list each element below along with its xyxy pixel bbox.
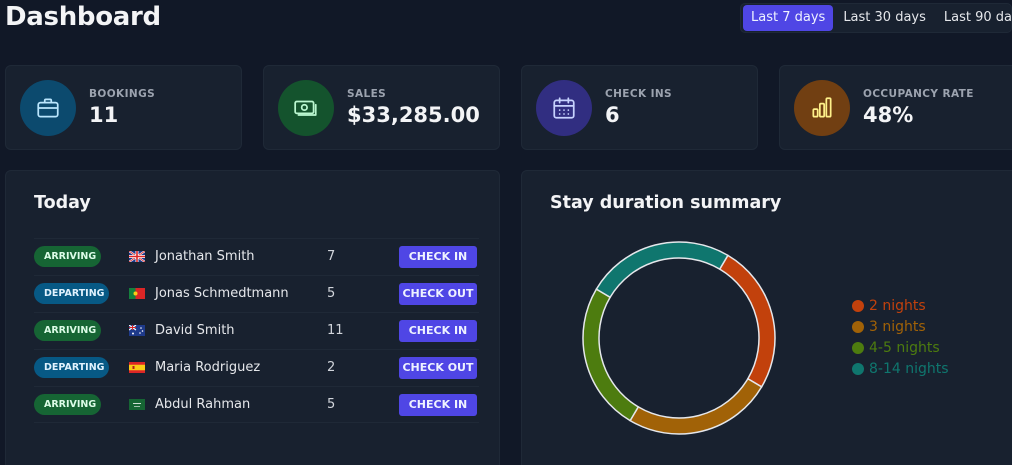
legend-dot (852, 299, 864, 312)
check-out-button[interactable]: CHECK OUT (399, 283, 477, 305)
stat-label: BOOKINGS (89, 88, 156, 100)
donut-slice-8-14-nights (595, 241, 729, 299)
banknotes-icon (278, 80, 334, 136)
status-badge: DEPARTING (34, 357, 109, 378)
legend-item: 3 nights (852, 316, 949, 337)
chart-legend: 2 nights 3 nights 4-5 nights 8-14 nights (852, 295, 949, 379)
date-range-filter: Last 7 days Last 30 days Last 90 days (740, 3, 1012, 33)
nights-count: 5 (327, 397, 336, 412)
page-title: Dashboard (5, 2, 161, 32)
guest-name: Maria Rodriguez (155, 360, 261, 375)
check-in-button[interactable]: CHECK IN (399, 394, 477, 416)
stat-card-occupancy-rate: OCCUPANCY RATE 48% (779, 65, 1012, 150)
filter-last-30-days[interactable]: Last 30 days (835, 5, 934, 31)
today-title: Today (34, 193, 91, 213)
stat-card-bookings: BOOKINGS 11 (5, 65, 242, 150)
nights-count: 7 (327, 249, 336, 264)
stat-card-check-ins: CHECK INS 6 (521, 65, 758, 150)
activity-row: DEPARTING Jonas Schmedtmann 5 CHECK OUT (34, 275, 479, 312)
stat-card-sales: SALES $33,285.00 (263, 65, 500, 150)
activity-row: ARRIVING Abdul Rahman 5 CHECK IN (34, 386, 479, 423)
flag-pt-icon (129, 288, 145, 299)
filter-last-90-days[interactable]: Last 90 days (936, 5, 1012, 31)
legend-item: 4-5 nights (852, 337, 949, 358)
status-badge: ARRIVING (34, 394, 101, 415)
legend-label: 3 nights (869, 318, 926, 335)
donut-slice-3-nights (629, 377, 763, 435)
legend-label: 4-5 nights (869, 339, 940, 356)
flag-au-icon (129, 325, 145, 336)
stat-label: SALES (347, 88, 387, 100)
status-badge: ARRIVING (34, 246, 101, 267)
flag-es-icon (129, 362, 145, 373)
activity-row: ARRIVING Jonathan Smith 7 CHECK IN (34, 238, 479, 275)
flag-gb-icon (129, 251, 145, 262)
stay-duration-donut-chart (582, 241, 776, 435)
stat-value: $33,285.00 (347, 103, 480, 127)
stat-value: 48% (863, 103, 914, 127)
guest-name: David Smith (155, 323, 235, 338)
check-in-button[interactable]: CHECK IN (399, 320, 477, 342)
stat-label: OCCUPANCY RATE (863, 88, 974, 100)
activity-row: DEPARTING Maria Rodriguez 2 CHECK OUT (34, 349, 479, 386)
legend-label: 2 nights (869, 297, 926, 314)
flag-sa-icon (129, 399, 145, 410)
legend-item: 8-14 nights (852, 358, 949, 379)
chart-bar-icon (794, 80, 850, 136)
legend-dot (852, 320, 864, 333)
stat-value: 11 (89, 103, 119, 127)
briefcase-icon (20, 80, 76, 136)
legend-dot (852, 362, 864, 375)
filter-last-7-days[interactable]: Last 7 days (743, 5, 834, 31)
nights-count: 11 (327, 323, 344, 338)
guest-name: Jonathan Smith (155, 249, 255, 264)
donut-slice-2-nights (718, 254, 776, 388)
stat-value: 6 (605, 103, 620, 127)
legend-dot (852, 341, 864, 354)
stay-duration-panel: Stay duration summary 2 nights 3 nights … (521, 170, 1012, 465)
today-panel: Today ARRIVING Jonathan Smith 7 CHECK IN… (5, 170, 500, 465)
nights-count: 2 (327, 360, 336, 375)
donut-slice-4-5-nights (582, 288, 640, 422)
status-badge: ARRIVING (34, 320, 101, 341)
activity-row: ARRIVING David Smith 11 CHECK IN (34, 312, 479, 349)
guest-name: Jonas Schmedtmann (155, 286, 289, 301)
stat-label: CHECK INS (605, 88, 673, 100)
stay-duration-title: Stay duration summary (550, 193, 782, 213)
legend-label: 8-14 nights (869, 360, 949, 377)
check-out-button[interactable]: CHECK OUT (399, 357, 477, 379)
nights-count: 5 (327, 286, 336, 301)
guest-name: Abdul Rahman (155, 397, 251, 412)
status-badge: DEPARTING (34, 283, 109, 304)
dashboard-page: Dashboard Last 7 days Last 30 days Last … (0, 0, 1012, 465)
check-in-button[interactable]: CHECK IN (399, 246, 477, 268)
legend-item: 2 nights (852, 295, 949, 316)
calendar-icon (536, 80, 592, 136)
